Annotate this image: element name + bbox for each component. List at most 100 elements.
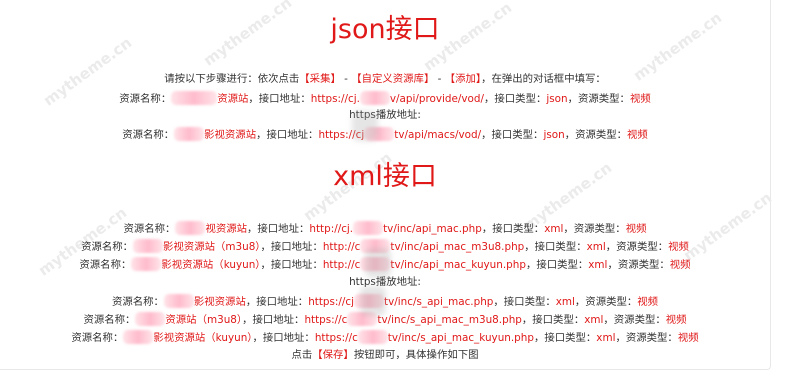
- xml-https-entry-line: 资源名称： 资源站（m3u8），接口地址：https://c tv/inc/s_ap…: [0, 312, 770, 327]
- label-name: 资源名称：: [81, 241, 134, 253]
- redacted-block: [171, 91, 218, 105]
- api-url-end: tv/inc/api_mac_m3u8.php: [390, 241, 525, 253]
- redacted-block: [353, 221, 384, 235]
- xml-section-title: xml接口: [333, 161, 437, 192]
- resource-type: 视频: [629, 93, 651, 105]
- label-url: ，接口地址：: [260, 241, 323, 253]
- save-link: 【保存】: [312, 349, 354, 361]
- label-resource-type: ，资源类型：: [607, 259, 670, 271]
- label-api-type: ，接口类型：: [524, 241, 587, 253]
- api-url-start: http://cj.: [309, 223, 354, 235]
- label-url: ，接口地址：: [248, 93, 311, 105]
- api-type: xml: [586, 241, 606, 253]
- api-url-end: tv/inc/s_api_mac_m3u8.php: [377, 314, 522, 326]
- label-resource-type: ，资源类型：: [563, 223, 626, 235]
- label-url: ，接口地址：: [247, 223, 310, 235]
- label-resource-type: ，资源类型：: [605, 241, 669, 253]
- resource-name: 影视资源站（m3u8）: [163, 241, 261, 253]
- label-api-type: ，接口类型：: [481, 129, 544, 141]
- custom-library-link: 【自定义资源库】: [351, 73, 435, 85]
- label-resource-type: ，资源类型：: [574, 296, 638, 308]
- api-url-end: tv/inc/api_mac.php: [383, 223, 482, 235]
- api-url-start: https://cj.: [310, 93, 360, 105]
- redaction-smudge: [360, 286, 386, 316]
- resource-type: 视频: [665, 314, 687, 326]
- api-url-start: http://c: [322, 241, 361, 253]
- redacted-block: [359, 91, 390, 105]
- footer-instruction: 点击【保存】按钮即可，具体操作如下图: [0, 349, 770, 362]
- label-name: 资源名称：: [71, 332, 124, 344]
- json-section-title: json接口: [330, 14, 440, 45]
- resource-type: 视频: [669, 259, 691, 271]
- label-api-type: ，接口类型：: [525, 259, 589, 271]
- label-name: 资源名称：: [83, 314, 136, 326]
- api-url-start: https://c: [314, 332, 358, 344]
- redaction-smudge: [352, 111, 378, 141]
- json-entry-line: 资源名称： 资源站，接口地址：https://cj. v/api/provide/v…: [0, 91, 770, 106]
- label-api-type: ，接口类型：: [533, 332, 597, 344]
- resource-type: 视频: [677, 332, 699, 344]
- api-type: xml: [544, 223, 564, 235]
- api-url-start: http://c: [322, 259, 361, 271]
- resource-type: 视频: [637, 296, 659, 308]
- intro-text-end: ，在弹出的对话框中填写：: [481, 73, 606, 85]
- label-url: ，接口地址：: [260, 259, 323, 271]
- xml-entry-line: 资源名称： 视资源站，接口地址：http://cj. tv/inc/api_mac.…: [0, 221, 770, 236]
- resource-name: 影视资源站: [204, 129, 257, 141]
- redaction-smudge: [365, 248, 391, 278]
- api-type: json: [543, 129, 565, 141]
- resource-type: 视频: [625, 223, 647, 235]
- label-resource-type: ，资源类型：: [567, 93, 630, 105]
- label-resource-type: ，资源类型：: [615, 332, 678, 344]
- footer-text-end: 按钮即可，具体操作如下图: [353, 349, 479, 361]
- footer-text: 点击: [291, 349, 313, 361]
- content-panel: mytheme.cn mytheme.cn mytheme.cn mytheme…: [0, 0, 775, 370]
- redacted-block: [135, 312, 166, 326]
- resource-type: 视频: [668, 241, 689, 253]
- resource-type: 视频: [627, 129, 648, 141]
- api-url-end: tv/inc/s_api_mac.php: [384, 296, 494, 308]
- label-url: ，接口地址：: [245, 296, 309, 308]
- label-name: 资源名称：: [123, 223, 176, 235]
- label-resource-type: ，资源类型：: [603, 314, 666, 326]
- label-resource-type: ，资源类型：: [564, 129, 628, 141]
- intro-text: 请按以下步骤进行：依次点击: [164, 73, 300, 85]
- xml-https-entry-line: 资源名称： 影视资源站（kuyun），接口地址：https://c tv/inc/s…: [0, 330, 770, 345]
- redacted-block: [131, 257, 162, 271]
- api-url-end: tv/inc/s_api_mac_kuyun.php: [387, 332, 534, 344]
- api-type: xml: [555, 296, 575, 308]
- api-url-start: https://cj: [308, 296, 355, 308]
- redacted-block: [357, 330, 388, 344]
- api-url-start: https://c: [304, 314, 348, 326]
- redacted-block: [163, 294, 194, 308]
- resource-name: 视资源站: [205, 223, 248, 235]
- separator: -: [340, 73, 352, 85]
- resource-name: 影视资源站: [193, 296, 246, 308]
- resource-name: 影视资源站（kuyun）: [161, 259, 261, 271]
- collect-menu-link: 【采集】: [299, 73, 341, 85]
- json-https-entry-line: 资源名称： 影视资源站，接口地址：https://cj tv/api/macs/vo…: [0, 127, 770, 142]
- label-api-type: ，接口类型：: [481, 223, 545, 235]
- json-instructions: 请按以下步骤进行：依次点击【采集】 - 【自定义资源库】 - 【添加】，在弹出的…: [0, 73, 770, 86]
- redacted-block: [123, 330, 154, 344]
- api-url-end: v/api/provide/vod/: [389, 93, 485, 105]
- label-url: ，接口地址：: [242, 314, 305, 326]
- label-api-type: ，接口类型：: [484, 93, 547, 105]
- api-url-end: tv/inc/api_mac_kuyun.php: [390, 259, 526, 271]
- label-api-type: ，接口类型：: [521, 314, 585, 326]
- api-type: xml: [584, 314, 604, 326]
- label-api-type: ，接口类型：: [493, 296, 556, 308]
- label-url: ，接口地址：: [256, 129, 319, 141]
- separator: -: [434, 73, 445, 85]
- label-name: 资源名称：: [122, 129, 175, 141]
- label-url: ，接口地址：: [252, 332, 315, 344]
- label-name: 资源名称：: [119, 93, 172, 105]
- api-url-end: tv/api/macs/vod/: [394, 129, 482, 141]
- api-type: xml: [596, 332, 616, 344]
- https-label: https播放地址:: [349, 109, 421, 121]
- label-name: 资源名称：: [111, 296, 164, 308]
- redacted-block: [174, 127, 205, 141]
- resource-name: 资源站（m3u8）: [165, 314, 243, 326]
- resource-name: 影视资源站（kuyun）: [153, 332, 253, 344]
- redacted-block: [175, 221, 206, 235]
